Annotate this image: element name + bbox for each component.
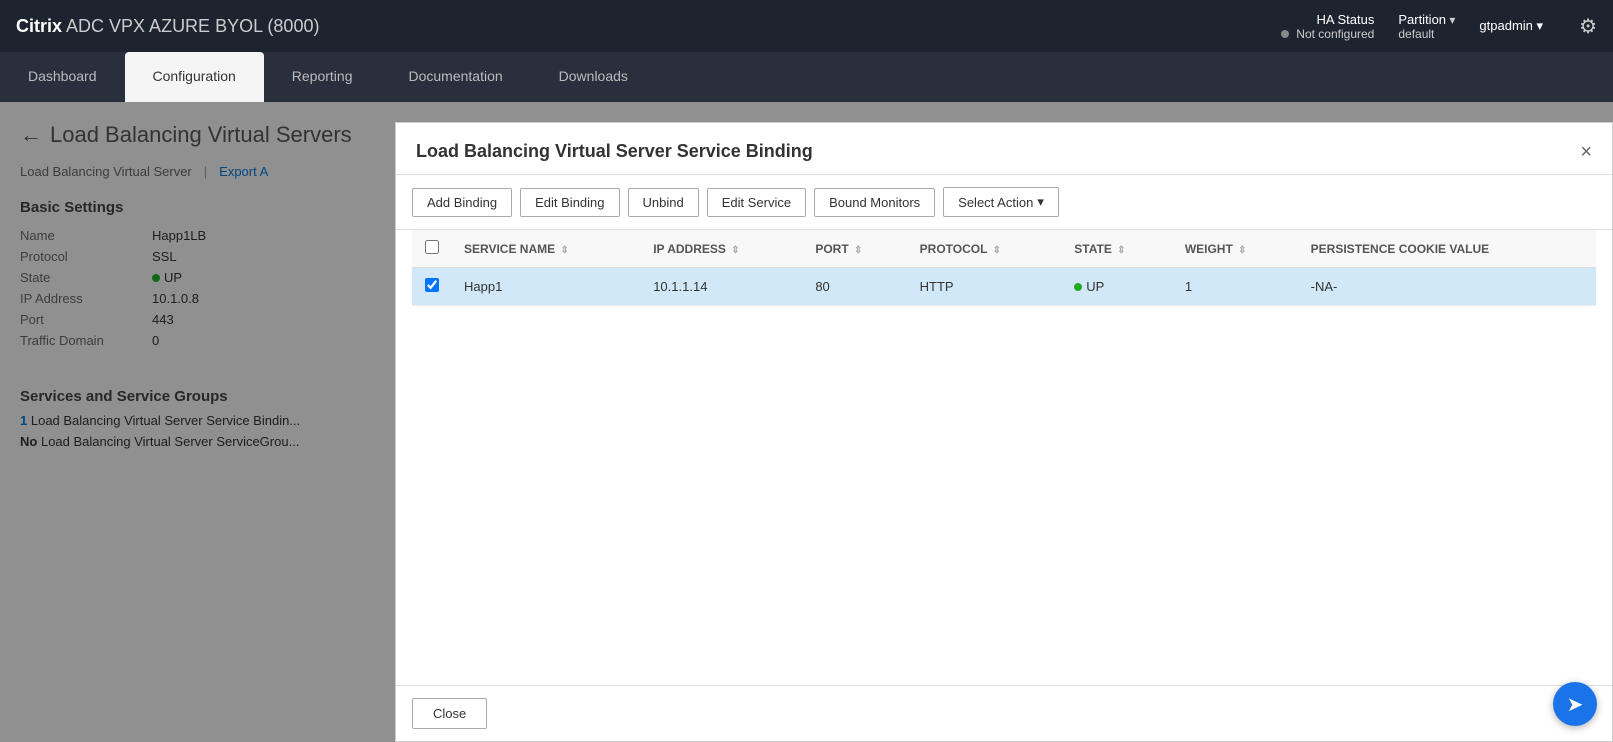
cell-weight: 1 xyxy=(1173,268,1299,306)
select-action-button[interactable]: Select Action ▾ xyxy=(943,187,1059,217)
col-state: STATE ⇕ xyxy=(1062,230,1173,268)
col-ip-address: IP ADDRESS ⇕ xyxy=(641,230,803,268)
cell-service-name: Happ1 xyxy=(452,268,641,306)
gear-icon[interactable]: ⚙ xyxy=(1579,14,1597,39)
unbind-button[interactable]: Unbind xyxy=(628,188,699,217)
fab-icon: ➤ xyxy=(1567,692,1584,717)
row-checkbox-cell xyxy=(412,268,452,306)
tab-dashboard[interactable]: Dashboard xyxy=(0,52,125,102)
service-binding-table: SERVICE NAME ⇕ IP ADDRESS ⇕ PORT ⇕ PRO xyxy=(412,230,1596,306)
user-label: gtpadmin xyxy=(1479,18,1532,33)
cell-protocol: HTTP xyxy=(908,268,1063,306)
topbar-right: HA Status Not configured Partition ▾ def… xyxy=(1281,12,1597,41)
sort-icon-service-name[interactable]: ⇕ xyxy=(560,245,568,256)
col-service-name: SERVICE NAME ⇕ xyxy=(452,230,641,268)
modal-dialog: Load Balancing Virtual Server Service Bi… xyxy=(395,122,1613,742)
ha-dot-icon xyxy=(1281,30,1289,38)
modal-title: Load Balancing Virtual Server Service Bi… xyxy=(416,141,813,162)
tab-reporting[interactable]: Reporting xyxy=(264,52,381,102)
sort-icon-port[interactable]: ⇕ xyxy=(854,245,862,256)
sort-icon-state[interactable]: ⇕ xyxy=(1117,245,1125,256)
user-chevron-icon: ▾ xyxy=(1537,18,1544,33)
cell-port: 80 xyxy=(803,268,907,306)
brand: Citrix ADC VPX AZURE BYOL (8000) xyxy=(16,16,1281,37)
cell-persistence: -NA- xyxy=(1299,268,1596,306)
col-weight: WEIGHT ⇕ xyxy=(1173,230,1299,268)
navbar: Dashboard Configuration Reporting Docume… xyxy=(0,52,1613,102)
ha-status-label: HA Status xyxy=(1281,12,1374,27)
col-checkbox xyxy=(412,230,452,268)
sort-icon-protocol[interactable]: ⇕ xyxy=(993,245,1001,256)
partition-label: Partition xyxy=(1398,12,1446,27)
table-row[interactable]: Happ1 10.1.1.14 80 HTTP UP 1 -NA- xyxy=(412,268,1596,306)
tab-configuration[interactable]: Configuration xyxy=(125,52,264,102)
chevron-down-icon: ▾ xyxy=(1449,13,1455,27)
partition-selector[interactable]: Partition ▾ default xyxy=(1398,12,1455,41)
edit-binding-button[interactable]: Edit Binding xyxy=(520,188,619,217)
cell-ip-address: 10.1.1.14 xyxy=(641,268,803,306)
table-wrapper: SERVICE NAME ⇕ IP ADDRESS ⇕ PORT ⇕ PRO xyxy=(396,230,1612,685)
modal-close-button[interactable]: × xyxy=(1580,142,1592,162)
modal-footer: Close xyxy=(396,685,1612,741)
modal-toolbar: Add Binding Edit Binding Unbind Edit Ser… xyxy=(396,175,1612,230)
select-all-checkbox[interactable] xyxy=(425,240,439,254)
main-content: ← Load Balancing Virtual Servers Load Ba… xyxy=(0,102,1613,742)
close-button[interactable]: Close xyxy=(412,698,487,729)
bound-monitors-button[interactable]: Bound Monitors xyxy=(814,188,935,217)
cell-state: UP xyxy=(1062,268,1173,306)
col-port: PORT ⇕ xyxy=(803,230,907,268)
sort-icon-weight[interactable]: ⇕ xyxy=(1238,245,1246,256)
table-header-row: SERVICE NAME ⇕ IP ADDRESS ⇕ PORT ⇕ PRO xyxy=(412,230,1596,268)
modal-header: Load Balancing Virtual Server Service Bi… xyxy=(396,123,1612,175)
tab-documentation[interactable]: Documentation xyxy=(380,52,530,102)
fab-button[interactable]: ➤ xyxy=(1553,682,1597,726)
row-checkbox[interactable] xyxy=(425,278,439,292)
state-dot-icon xyxy=(1074,283,1082,291)
edit-service-button[interactable]: Edit Service xyxy=(707,188,806,217)
brand-product: ADC VPX AZURE BYOL (8000) xyxy=(66,16,319,36)
col-persistence: PERSISTENCE COOKIE VALUE xyxy=(1299,230,1596,268)
col-protocol: PROTOCOL ⇕ xyxy=(908,230,1063,268)
ha-status: HA Status Not configured xyxy=(1281,12,1374,41)
ha-status-value: Not configured xyxy=(1281,27,1374,41)
sort-icon-ip[interactable]: ⇕ xyxy=(731,245,739,256)
tab-downloads[interactable]: Downloads xyxy=(531,52,656,102)
chevron-down-icon: ▾ xyxy=(1037,194,1044,210)
partition-value: default xyxy=(1398,27,1434,41)
topbar: Citrix ADC VPX AZURE BYOL (8000) HA Stat… xyxy=(0,0,1613,52)
add-binding-button[interactable]: Add Binding xyxy=(412,188,512,217)
user-menu[interactable]: gtpadmin ▾ xyxy=(1479,18,1543,34)
brand-citrix: Citrix xyxy=(16,16,62,36)
